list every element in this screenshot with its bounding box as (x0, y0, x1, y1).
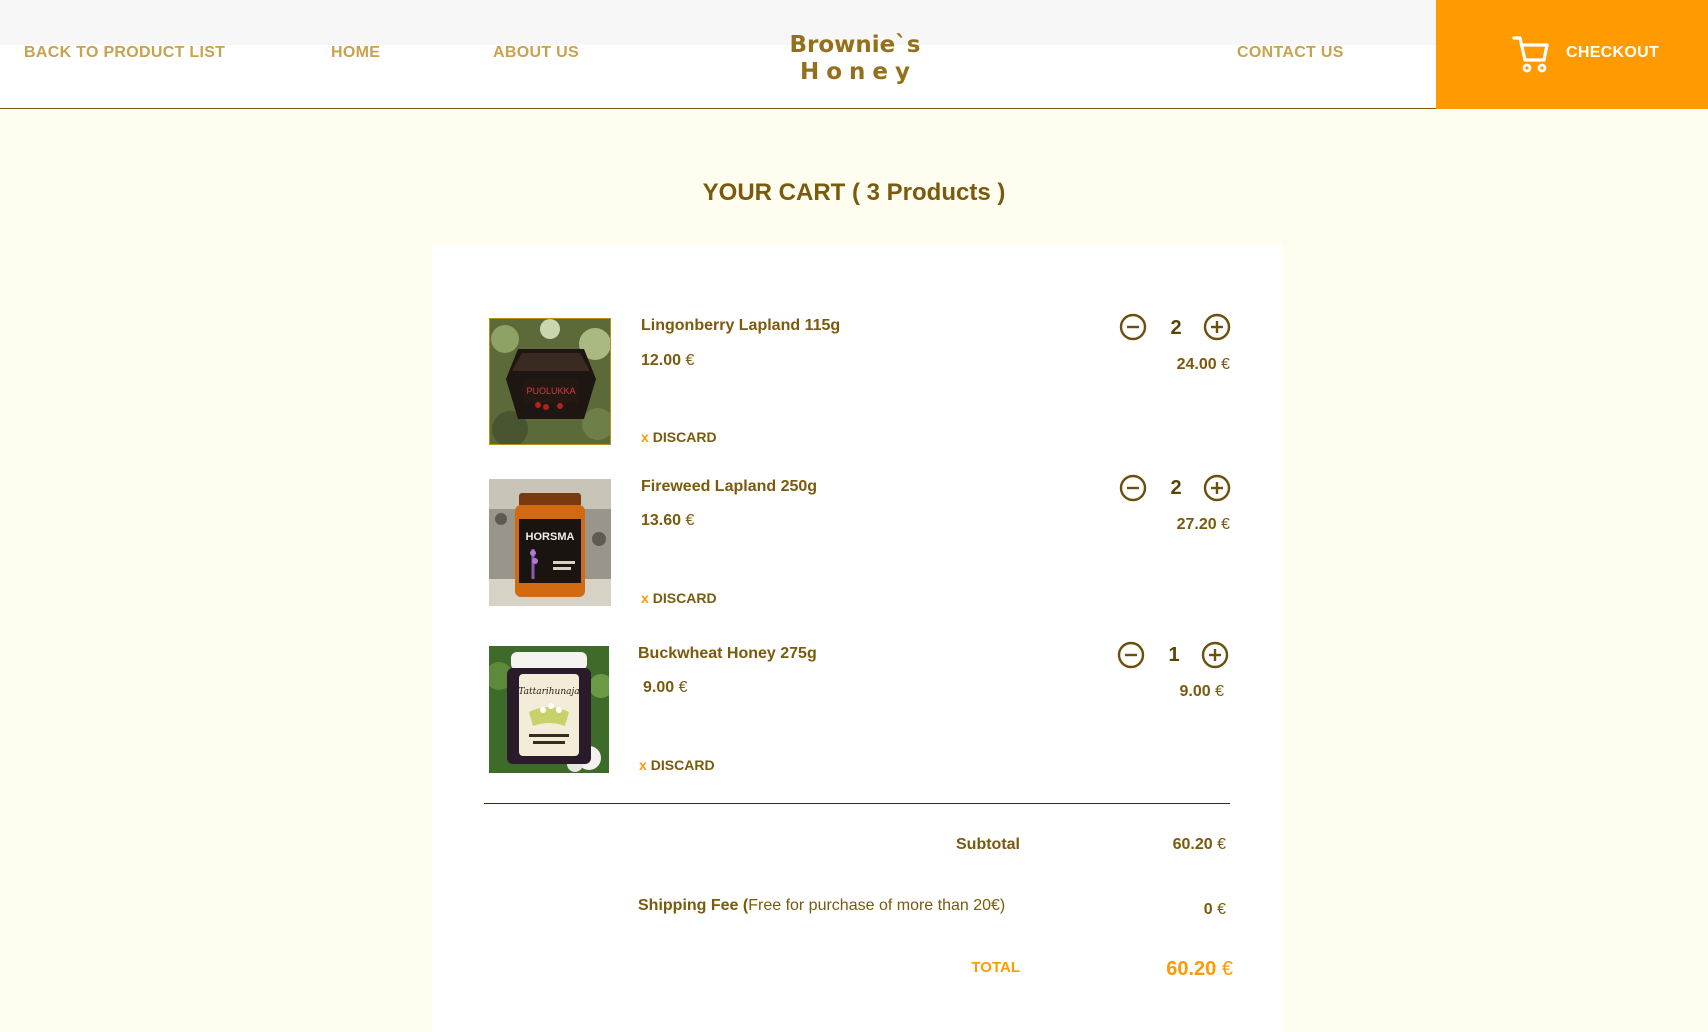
nav-back-to-product-list[interactable]: BACK TO PRODUCT LIST (24, 44, 225, 62)
shipping-fee-value: 0 € (1106, 901, 1226, 919)
site-header: BACK TO PRODUCT LIST HOME ABOUT US Brown… (0, 0, 1708, 109)
line-total-value: 24.00 (1176, 356, 1217, 373)
subtotal-value: 60.20 € (1106, 836, 1226, 854)
jar-label-text: Tattarihunaja (518, 687, 579, 697)
total-label: TOTAL (971, 959, 1020, 976)
nav-home[interactable]: HOME (331, 44, 380, 62)
discard-label: DISCARD (652, 429, 717, 445)
line-total: 9.00 € (1104, 683, 1225, 701)
cart-title: YOUR CART ( 3 Products ) (702, 179, 1006, 206)
brand-logo[interactable]: Brownie`s Honey (780, 32, 930, 86)
shipping-fee-note: Free for purchase of more than 20€) (748, 897, 1006, 914)
product-price: 12.00 € (641, 352, 694, 370)
quantity-value: 2 (1170, 317, 1182, 339)
product-name[interactable]: Fireweed Lapland 250g (641, 478, 817, 496)
currency-symbol: € (1221, 356, 1230, 373)
nav-contact-us[interactable]: CONTACT US (1237, 44, 1344, 62)
logo-line-2: Honey (799, 59, 918, 85)
product-name[interactable]: Buckwheat Honey 275g (638, 645, 817, 663)
discard-label: DISCARD (650, 757, 715, 773)
summary-divider (484, 803, 1230, 804)
currency-symbol: € (1215, 683, 1224, 700)
top-strip (0, 0, 1436, 45)
subtotal-label: Subtotal (956, 836, 1020, 853)
increase-quantity-button[interactable] (1203, 313, 1231, 341)
currency-symbol: € (685, 352, 695, 369)
price-value: 9.00 (643, 679, 675, 696)
currency-symbol: € (685, 512, 695, 529)
jar-label-text: PUOLUKKA (526, 386, 575, 396)
jar-label-text: HORSMA (526, 531, 575, 543)
total-amount: 60.20 (1166, 958, 1217, 980)
quantity-value: 2 (1170, 477, 1182, 499)
increase-quantity-button[interactable] (1203, 474, 1231, 502)
line-total: 24.00 € (1110, 356, 1230, 374)
currency-symbol: € (1217, 836, 1226, 853)
subtotal-amount: 60.20 (1172, 836, 1213, 853)
currency-symbol: € (1221, 958, 1233, 980)
total-value: 60.20 € (1083, 958, 1233, 981)
decrease-quantity-button[interactable] (1119, 313, 1147, 341)
discard-button[interactable]: x DISCARD (639, 757, 715, 773)
line-total-value: 9.00 (1179, 683, 1211, 700)
product-price: 13.60 € (641, 512, 694, 530)
product-image-buckwheat: Tattarihunaja (489, 646, 609, 773)
discard-button[interactable]: x DISCARD (641, 590, 717, 606)
nav-about-us[interactable]: ABOUT US (493, 44, 579, 62)
checkout-label: CHECKOUT (1566, 44, 1660, 61)
discard-x-icon: x (641, 590, 649, 606)
currency-symbol: € (678, 679, 688, 696)
increase-quantity-button[interactable] (1201, 641, 1229, 669)
logo-line-1: Brownie`s (789, 32, 921, 58)
shipping-fee-label: Shipping Fee (Free for purchase of more … (638, 897, 1005, 915)
product-image-lingonberry: PUOLUKKA (489, 318, 611, 445)
currency-symbol: € (1217, 901, 1226, 918)
discard-button[interactable]: x DISCARD (641, 429, 717, 445)
line-total: 27.20 € (1110, 516, 1230, 534)
product-price: 9.00 € (643, 679, 688, 697)
line-total-value: 27.20 (1176, 516, 1217, 533)
discard-x-icon: x (641, 429, 649, 445)
shipping-amount: 0 (1203, 901, 1213, 918)
discard-x-icon: x (639, 757, 647, 773)
decrease-quantity-button[interactable] (1117, 641, 1145, 669)
product-image-fireweed: HORSMA (489, 479, 611, 606)
cart-icon (1512, 36, 1549, 73)
price-value: 13.60 (641, 512, 682, 529)
decrease-quantity-button[interactable] (1119, 474, 1147, 502)
shipping-fee-title: Shipping Fee ( (638, 897, 749, 914)
checkout-button[interactable]: CHECKOUT (1436, 0, 1708, 109)
quantity-value: 1 (1168, 644, 1180, 666)
discard-label: DISCARD (652, 590, 717, 606)
currency-symbol: € (1221, 516, 1230, 533)
price-value: 12.00 (641, 352, 682, 369)
product-name[interactable]: Lingonberry Lapland 115g (641, 317, 840, 335)
